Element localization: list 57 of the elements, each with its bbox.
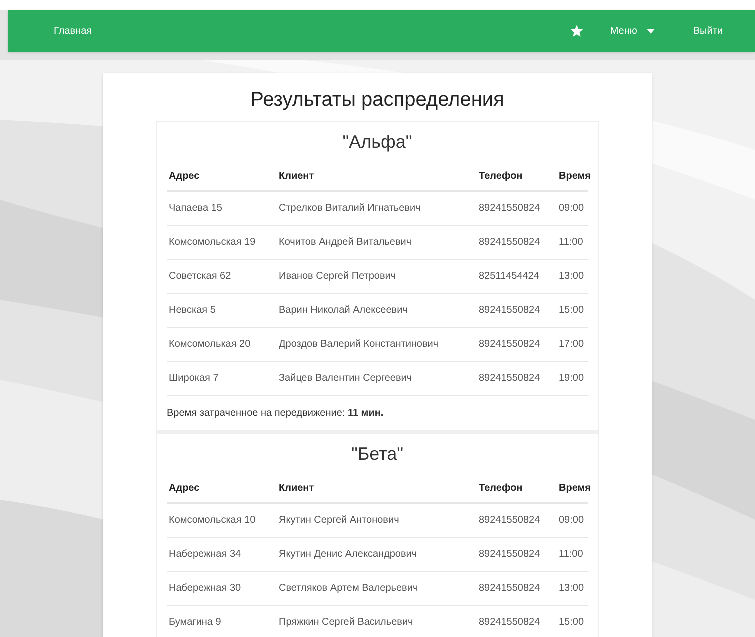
column-header: Время (558, 482, 592, 496)
table-cell-text: Советская 62 (168, 270, 232, 284)
table-cell-text: 89241550824 (478, 236, 542, 250)
column-header: Время (558, 170, 592, 184)
column-header: Адрес (168, 482, 201, 496)
table-cell-text: 11:00 (558, 236, 584, 250)
column-header: Телефон (478, 482, 524, 496)
table-cell-text: Комсомольская 19 (168, 236, 257, 250)
table-cell-text: 89241550824 (478, 338, 542, 352)
table-cell-text: Комсомолькая 20 (168, 338, 252, 352)
table-cell-text: 15:00 (558, 304, 586, 318)
table-cell-text: Дроздов Валерий Константинович (278, 338, 440, 352)
table-cell-text: Пряжкин Сергей Васильевич (278, 616, 414, 630)
table-cell-text: 89241550824 (478, 372, 542, 386)
column-header: Клиент (278, 482, 316, 496)
table-cell-text: 09:00 (558, 514, 586, 528)
table-cell-text: Якутин Сергей Антонович (278, 514, 400, 528)
group-title: "Бета" (350, 443, 405, 466)
column-header: Клиент (278, 170, 316, 184)
table-cell-text: 89241550824 (478, 514, 542, 528)
table-cell-text: 11:00 (558, 548, 584, 562)
table-cell-text: Стрелков Виталий Игнатьевич (278, 202, 422, 216)
table-cell-text: Зайцев Валентин Сергеевич (278, 372, 414, 386)
home-link[interactable]: Главная (54, 24, 92, 38)
table-cell-text: 89241550824 (478, 202, 542, 216)
table-cell-text: 13:00 (558, 270, 586, 284)
table-cell-text: Чапаева 15 (168, 202, 224, 216)
table-cell-text: 89241550824 (478, 582, 542, 596)
table-cell-text: 82511454424 (478, 270, 540, 284)
column-header: Адрес (168, 170, 201, 184)
menu-dropdown[interactable]: Меню (610, 24, 656, 38)
caret-icon (647, 28, 656, 34)
table-cell-text: Широкая 7 (168, 372, 220, 386)
page-title: Результаты распределения (250, 88, 506, 113)
table-cell-text: 09:00 (558, 202, 586, 216)
column-header: Телефон (478, 170, 524, 184)
logout-link[interactable]: Выйти (693, 24, 723, 38)
table-cell-text: Кочитов Андрей Витальевич (278, 236, 413, 250)
table-cell-text: Иванов Сергей Петрович (278, 270, 398, 284)
table-cell-text: Набережная 30 (168, 582, 242, 596)
table-cell-text: 89241550824 (478, 548, 542, 562)
table-cell-text: 13:00 (558, 582, 586, 596)
group-title: "Альфа" (342, 131, 414, 154)
travel-time: Время затраченное на передвижение: 11 мин. (167, 406, 384, 420)
table-cell-text: Варин Николай Алексеевич (278, 304, 409, 318)
table-cell-text: Комсомольская 10 (168, 514, 257, 528)
star-icon[interactable] (570, 24, 584, 38)
table-cell-text: 17:00 (558, 338, 586, 352)
table-cell-text: Якутин Денис Александрович (278, 548, 418, 562)
table-cell-text: 89241550824 (478, 616, 542, 630)
table-cell-text: Светляков Артем Валерьевич (278, 582, 420, 596)
table-cell-text: 89241550824 (478, 304, 542, 318)
table-cell-text: 15:00 (558, 616, 586, 630)
table-cell-text: Невская 5 (168, 304, 217, 318)
table-cell-text: Набережная 34 (168, 548, 242, 562)
table-cell-text: Бумагина 9 (168, 616, 222, 630)
table-cell-text: 19:00 (558, 372, 586, 386)
